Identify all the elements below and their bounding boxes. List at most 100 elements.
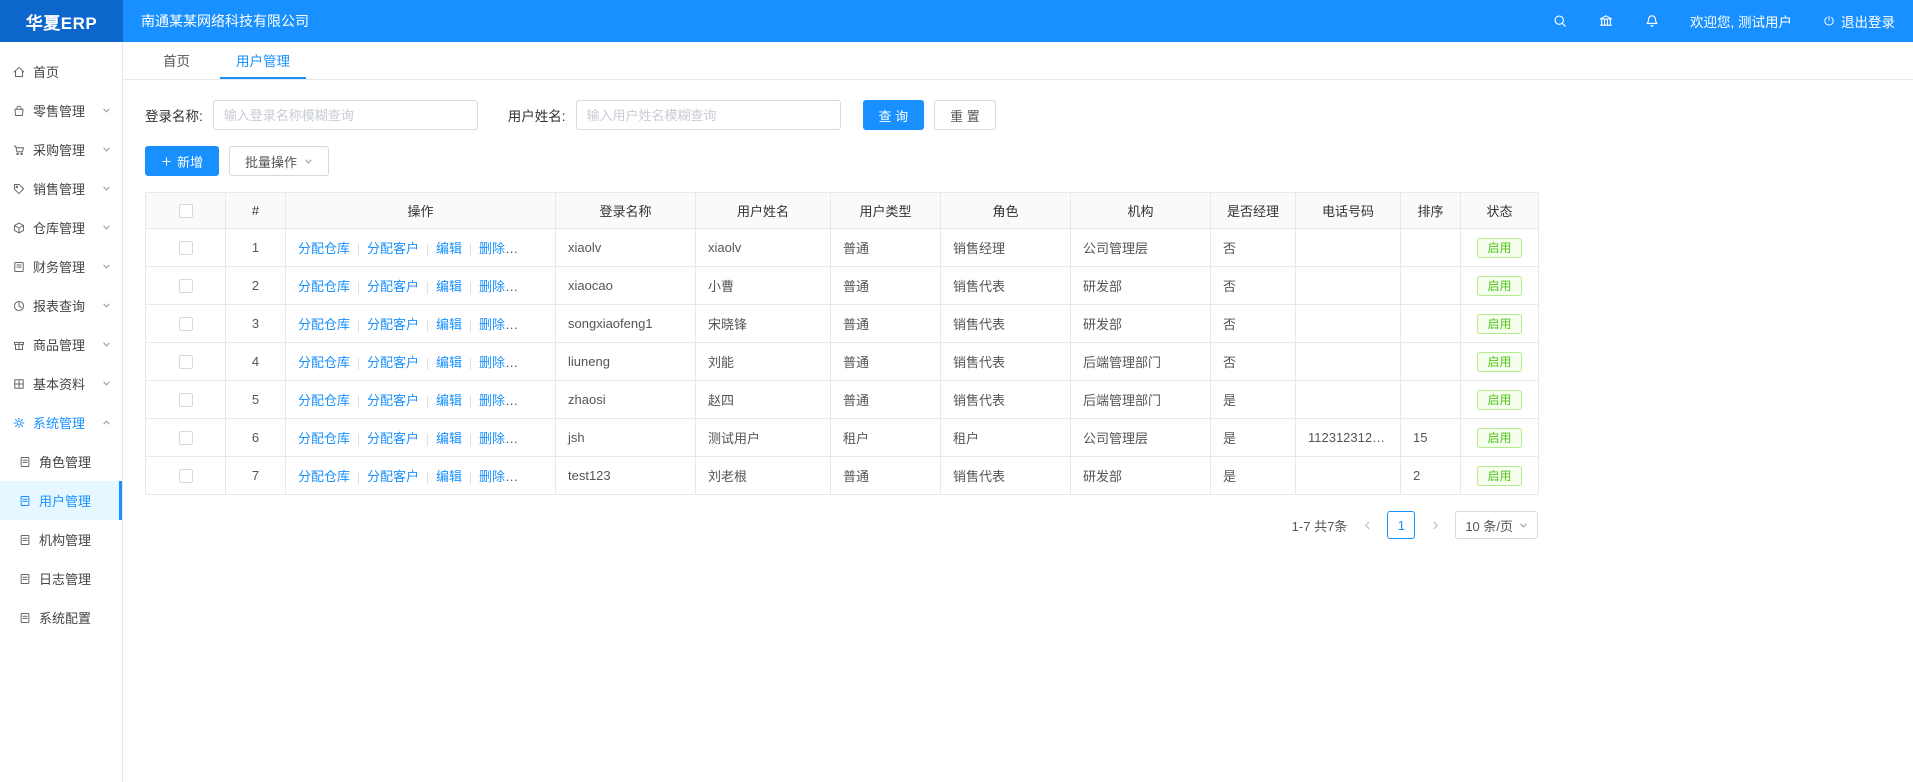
- row-checkbox[interactable]: [179, 317, 193, 331]
- action-link[interactable]: 分配仓库: [298, 279, 350, 294]
- add-button[interactable]: 新增: [145, 146, 219, 176]
- search-icon[interactable]: [1552, 13, 1568, 29]
- action-divider: [358, 396, 359, 408]
- table-row: 7分配仓库分配客户编辑删除重置密码test123刘老根普通销售代表研发部是2启用: [146, 457, 1539, 495]
- page-size-select[interactable]: 10 条/页: [1455, 511, 1538, 539]
- batch-operations-button[interactable]: 批量操作: [229, 146, 329, 176]
- action-link[interactable]: 删除: [479, 355, 518, 370]
- action-link[interactable]: 删除: [479, 279, 518, 294]
- cell-is_manager: 否: [1211, 229, 1296, 267]
- cell-sort: [1401, 229, 1461, 267]
- action-link[interactable]: 删除: [479, 469, 518, 484]
- row-checkbox[interactable]: [179, 469, 193, 483]
- search-button[interactable]: 查 询: [863, 100, 925, 130]
- action-link[interactable]: 重置密码: [522, 355, 555, 370]
- action-link[interactable]: 分配仓库: [298, 355, 350, 370]
- sidebar-item-user[interactable]: 用户管理: [0, 481, 122, 520]
- tab-user-management[interactable]: 用户管理: [220, 42, 306, 79]
- column-header[interactable]: 用户姓名: [696, 193, 831, 229]
- bank-icon[interactable]: [1598, 13, 1614, 29]
- action-link[interactable]: 分配仓库: [298, 317, 350, 332]
- sidebar-item-role[interactable]: 角色管理: [0, 442, 122, 481]
- action-link[interactable]: 编辑: [436, 241, 462, 256]
- action-link[interactable]: 编辑: [436, 279, 462, 294]
- bell-icon[interactable]: [1644, 13, 1660, 29]
- sidebar-item-org[interactable]: 机构管理: [0, 520, 122, 559]
- action-link[interactable]: 编辑: [436, 431, 462, 446]
- action-link[interactable]: 分配客户: [367, 279, 419, 294]
- action-link[interactable]: 编辑: [436, 317, 462, 332]
- action-link[interactable]: 分配客户: [367, 431, 419, 446]
- system-icon: [12, 416, 26, 430]
- column-header[interactable]: #: [226, 193, 286, 229]
- action-link[interactable]: 重置密码: [522, 279, 555, 294]
- row-actions: 分配仓库 分配客户 编辑 删除重置密码: [286, 419, 556, 457]
- action-link[interactable]: 编辑: [436, 469, 462, 484]
- sidebar-item-system[interactable]: 系统管理: [0, 403, 122, 442]
- sidebar-item-log[interactable]: 日志管理: [0, 559, 122, 598]
- action-link[interactable]: 删除: [479, 393, 518, 408]
- top-header: 华夏ERP 南通某某网络科技有限公司 欢迎您, 测试用户 退出登录: [0, 0, 1913, 42]
- row-checkbox[interactable]: [179, 431, 193, 445]
- sidebar-item-purchase[interactable]: 采购管理: [0, 130, 122, 169]
- tab-home[interactable]: 首页: [147, 42, 206, 79]
- page-size-value: 10 条/页: [1465, 516, 1513, 535]
- sidebar-item-finance[interactable]: 财务管理: [0, 247, 122, 286]
- login-name-input[interactable]: [213, 100, 478, 130]
- action-link[interactable]: 编辑: [436, 355, 462, 370]
- current-page-button[interactable]: 1: [1387, 511, 1415, 539]
- action-link[interactable]: 重置密码: [522, 431, 555, 446]
- cell-is_manager: 否: [1211, 267, 1296, 305]
- column-header[interactable]: 角色: [941, 193, 1071, 229]
- column-header[interactable]: 排序: [1401, 193, 1461, 229]
- sidebar-item-warehouse[interactable]: 仓库管理: [0, 208, 122, 247]
- action-link[interactable]: 重置密码: [522, 393, 555, 408]
- app-logo[interactable]: 华夏ERP: [0, 0, 123, 42]
- action-link[interactable]: 分配客户: [367, 469, 419, 484]
- prev-page-button[interactable]: [1355, 512, 1379, 538]
- column-header[interactable]: 操作: [286, 193, 556, 229]
- sidebar-item-retail[interactable]: 零售管理: [0, 91, 122, 130]
- row-checkbox[interactable]: [179, 241, 193, 255]
- reset-button[interactable]: 重 置: [934, 100, 996, 130]
- sidebar-item-home[interactable]: 首页: [0, 52, 122, 91]
- action-link[interactable]: 重置密码: [522, 317, 555, 332]
- action-link[interactable]: 删除: [479, 241, 518, 256]
- cell-login_name: test123: [556, 457, 696, 495]
- select-all-checkbox[interactable]: [179, 204, 193, 218]
- action-link[interactable]: 分配仓库: [298, 241, 350, 256]
- sidebar-item-basic[interactable]: 基本资料: [0, 364, 122, 403]
- cell-org: 公司管理层: [1071, 419, 1211, 457]
- action-link[interactable]: 分配仓库: [298, 469, 350, 484]
- next-page-button[interactable]: [1423, 512, 1447, 538]
- sidebar-item-sales[interactable]: 销售管理: [0, 169, 122, 208]
- cell-is_manager: 否: [1211, 343, 1296, 381]
- row-checkbox[interactable]: [179, 355, 193, 369]
- user-name-input[interactable]: [576, 100, 841, 130]
- action-link[interactable]: 分配客户: [367, 393, 419, 408]
- column-header[interactable]: 是否经理: [1211, 193, 1296, 229]
- action-link[interactable]: 重置密码: [522, 241, 555, 256]
- action-link[interactable]: 分配仓库: [298, 431, 350, 446]
- action-link[interactable]: 分配仓库: [298, 393, 350, 408]
- sidebar-item-report[interactable]: 报表查询: [0, 286, 122, 325]
- column-header[interactable]: 电话号码: [1296, 193, 1401, 229]
- action-link[interactable]: 删除: [479, 431, 518, 446]
- action-divider: [427, 320, 428, 332]
- row-checkbox[interactable]: [179, 393, 193, 407]
- action-link[interactable]: 分配客户: [367, 241, 419, 256]
- action-link[interactable]: 编辑: [436, 393, 462, 408]
- action-link[interactable]: 重置密码: [522, 469, 555, 484]
- column-header[interactable]: 状态: [1461, 193, 1539, 229]
- column-header[interactable]: 机构: [1071, 193, 1211, 229]
- column-header[interactable]: 登录名称: [556, 193, 696, 229]
- table-row: 5分配仓库分配客户编辑删除重置密码zhaosi赵四普通销售代表后端管理部门是启用: [146, 381, 1539, 419]
- action-link[interactable]: 删除: [479, 317, 518, 332]
- row-checkbox[interactable]: [179, 279, 193, 293]
- logout-button[interactable]: 退出登录: [1822, 11, 1895, 31]
- sidebar-item-product[interactable]: 商品管理: [0, 325, 122, 364]
- sidebar-item-config[interactable]: 系统配置: [0, 598, 122, 637]
- action-link[interactable]: 分配客户: [367, 355, 419, 370]
- column-header[interactable]: 用户类型: [831, 193, 941, 229]
- action-link[interactable]: 分配客户: [367, 317, 419, 332]
